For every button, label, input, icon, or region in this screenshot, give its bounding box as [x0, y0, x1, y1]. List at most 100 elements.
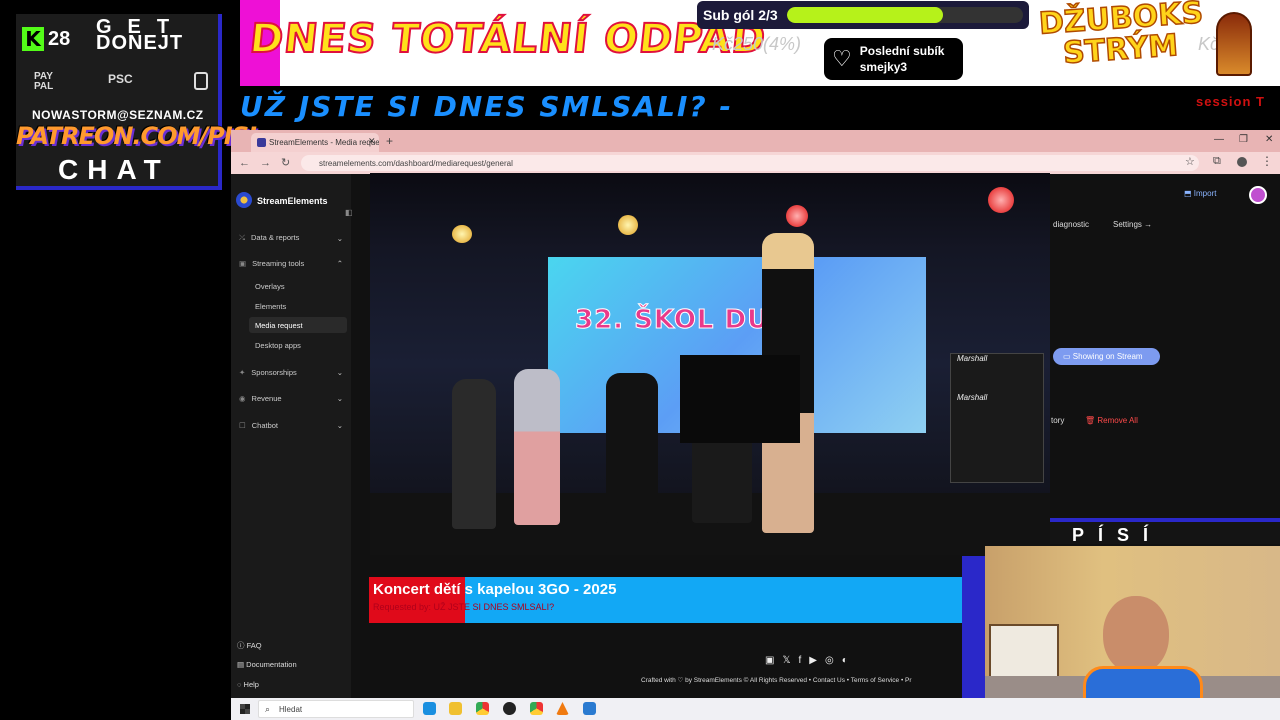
- discord-icon[interactable]: ◐: [842, 655, 856, 666]
- documentation-link[interactable]: ▤ Documentation: [237, 660, 297, 669]
- donation-panel: K 28 GET DONEJT PAY PAL PSC NOWASTORM@SE…: [16, 14, 257, 190]
- sidebar-item-elements[interactable]: Elements: [255, 302, 286, 311]
- heart-icon: ♡: [832, 46, 852, 71]
- windows-start-icon[interactable]: [240, 704, 250, 714]
- chrome-icon[interactable]: [530, 702, 543, 715]
- new-tab-icon[interactable]: +: [386, 134, 393, 148]
- patreon-link: PATREON.COM/PISI: [16, 122, 257, 150]
- tab-bar: StreamElements - Media reques ✕ + — ❐ ✕: [231, 130, 1280, 152]
- sub-goal-widget: Sub gól 2/3: [697, 1, 1029, 29]
- jukebox-title: DŽUBOKS STRÝM: [1037, 0, 1206, 72]
- tab-media-request[interactable]: StreamElements - Media reques ✕: [251, 133, 379, 152]
- last-sub-heading: Poslední subík: [859, 44, 945, 58]
- bookmark-star-icon[interactable]: ☆: [1185, 155, 1195, 168]
- back-icon[interactable]: ←: [239, 157, 260, 169]
- showing-on-stream-button[interactable]: ▭ Showing on Stream: [1053, 348, 1160, 365]
- address-bar-row: ←→↻ streamelements.com/dashboard/mediare…: [231, 152, 1280, 174]
- requested-by: Requested by: UŽ JSTE SI DNES SMLSALI?: [373, 602, 555, 612]
- sub-goal-progress-fill: [787, 7, 943, 23]
- wall-poster: [989, 624, 1059, 680]
- chevron-down-icon: ⌄: [336, 394, 343, 403]
- donate-email: NOWASTORM@SEZNAM.CZ: [32, 108, 204, 122]
- kick-logo-icon: K: [22, 27, 44, 51]
- sidebar-item-chatbot[interactable]: ☐ Chatbot ⌄: [239, 421, 343, 430]
- streamelements-logo-icon: [236, 192, 252, 208]
- kick-count: 28: [48, 27, 71, 50]
- sidebar-item-media-request[interactable]: Media request: [249, 317, 347, 333]
- windows-taskbar: ⌕ Hledat: [231, 698, 1280, 720]
- sub-goal-progress-track: [787, 7, 1023, 23]
- webcam-feed: [985, 546, 1280, 720]
- chrome-icon[interactable]: [476, 702, 489, 715]
- collapse-sidebar-icon[interactable]: ◧: [345, 208, 353, 217]
- settings-button[interactable]: Settings →: [1113, 220, 1152, 229]
- paypal-icon: PAY PAL: [34, 71, 54, 92]
- reload-icon[interactable]: ↻: [281, 157, 300, 169]
- bot-icon: ☐: [239, 421, 246, 430]
- sub-goal-label: Sub gól 2/3: [703, 7, 778, 23]
- chevron-up-icon: ⌃: [336, 259, 343, 268]
- video-player[interactable]: 32. ŠKOL DUT Marshall Marshall: [370, 173, 1050, 555]
- stage-screen-text: 32. ŠKOL DUT: [575, 305, 788, 336]
- sidebar-item-revenue[interactable]: ◉ Revenue ⌄: [239, 394, 343, 403]
- close-window-icon[interactable]: ✕: [1265, 134, 1273, 145]
- instagram-icon[interactable]: ◎: [825, 655, 842, 666]
- remove-all-button[interactable]: 🗑 Remove All: [1085, 416, 1138, 425]
- spotlight: [618, 215, 638, 235]
- chat-label: CHAT: [58, 154, 170, 185]
- star-icon: ✦: [239, 368, 246, 377]
- file-explorer-icon[interactable]: [449, 702, 462, 715]
- sidebar-item-streaming-tools[interactable]: ▣ Streaming tools ⌃: [239, 259, 343, 268]
- dashboard-sidebar: StreamElements ◧ ⤯ Data & reports ⌄ ▣ Strea…: [231, 174, 353, 700]
- psc-icon: PSC: [108, 72, 133, 86]
- close-tab-icon[interactable]: ✕: [368, 136, 376, 147]
- profile-icon[interactable]: [1237, 157, 1247, 167]
- minimize-icon[interactable]: —: [1214, 134, 1224, 145]
- streamer-head: [1103, 596, 1169, 674]
- amp-brand-label: Marshall: [957, 393, 988, 402]
- obs-icon[interactable]: [503, 702, 516, 715]
- vlc-icon[interactable]: [556, 702, 569, 715]
- performer: [452, 379, 496, 529]
- facebook-icon[interactable]: f: [799, 655, 810, 666]
- youtube-icon[interactable]: ▶: [809, 655, 825, 666]
- donation-amount: Kč250(4%): [712, 34, 802, 54]
- import-button[interactable]: ⬒ Import: [1184, 189, 1216, 198]
- chevron-down-icon: ⌄: [336, 421, 343, 430]
- amp-brand-label: Marshall: [957, 354, 988, 363]
- amplifier-stack: [950, 353, 1044, 483]
- history-tab[interactable]: tory: [1051, 416, 1064, 425]
- media-title: Koncert dětí s kapelou 3GO - 2025: [373, 581, 617, 598]
- social-links: ▣𝕏f▶◎◐: [765, 655, 856, 666]
- webcam-frame-accent: [962, 556, 985, 720]
- music-stand: [680, 355, 800, 443]
- scrolling-ticker: UŽ JSTE SI DNES SMLSALI? -: [240, 90, 733, 123]
- extensions-icon[interactable]: ⧉: [1213, 155, 1221, 168]
- tools-icon: ▣: [239, 259, 247, 268]
- tab-title: StreamElements - Media reques: [269, 138, 379, 147]
- sidebar-item-desktop-apps[interactable]: Desktop apps: [255, 341, 301, 350]
- forward-icon[interactable]: →: [260, 157, 281, 169]
- sidebar-item-sponsorships[interactable]: ✦ Sponsorships ⌄: [239, 368, 343, 377]
- session-label: session T: [1196, 94, 1265, 109]
- diagnostic-link[interactable]: diagnostic: [1053, 220, 1089, 229]
- x-icon[interactable]: 𝕏: [782, 655, 798, 666]
- chart-icon: ⤯: [239, 233, 245, 242]
- edge-icon[interactable]: [423, 702, 436, 715]
- sidebar-item-data-reports[interactable]: ⤯ Data & reports ⌄: [239, 233, 343, 243]
- jukebox-icon: [1216, 12, 1252, 76]
- faq-link[interactable]: ⓘ FAQ: [237, 640, 262, 651]
- taskbar-search-input[interactable]: ⌕ Hledat: [258, 700, 414, 718]
- avatar[interactable]: [1249, 186, 1267, 204]
- maximize-icon[interactable]: ❐: [1239, 134, 1248, 145]
- footer-credits: Crafted with ♡ by StreamElements © All R…: [641, 677, 912, 684]
- url-field[interactable]: streamelements.com/dashboard/mediareques…: [301, 155, 1199, 171]
- browser-menu-icon[interactable]: ⋮: [1261, 154, 1273, 168]
- help-link[interactable]: ◌ Help: [237, 680, 259, 689]
- app-icon[interactable]: [583, 702, 596, 715]
- twitch-icon[interactable]: ▣: [765, 655, 782, 666]
- brand-name: StreamElements: [257, 196, 328, 206]
- arrow-right-icon: →: [1144, 220, 1153, 229]
- chevron-down-icon: ⌄: [336, 233, 343, 243]
- sidebar-item-overlays[interactable]: Overlays: [255, 282, 285, 291]
